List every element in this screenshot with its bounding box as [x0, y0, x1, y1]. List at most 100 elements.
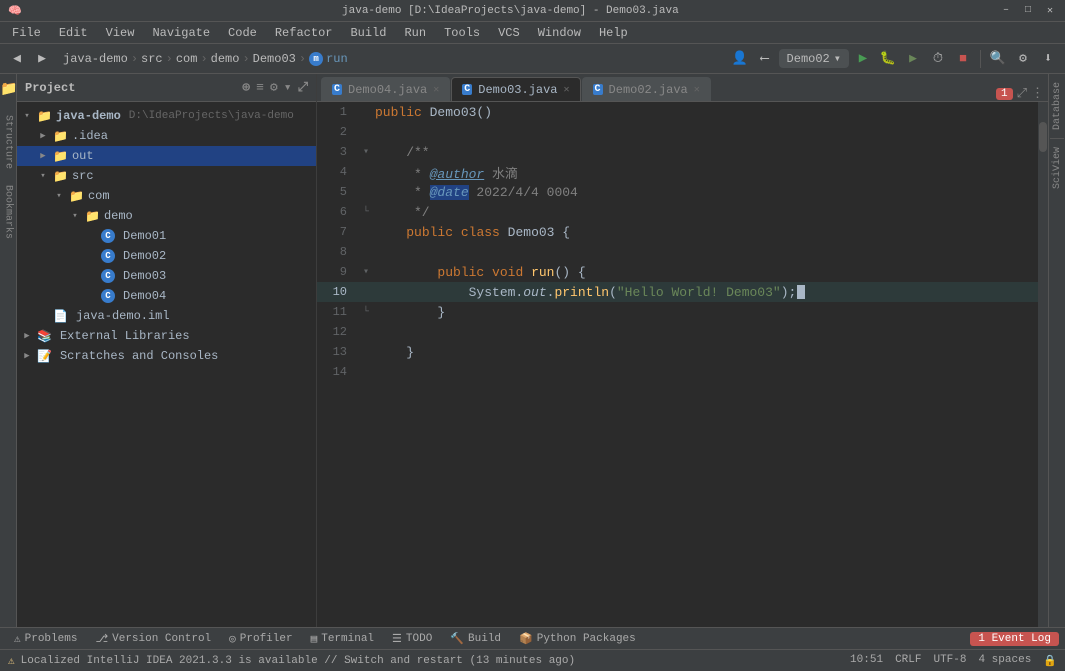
- bottom-tab-terminal[interactable]: ▤ Terminal: [303, 629, 382, 649]
- scrollbar-thumb[interactable]: [1039, 122, 1047, 152]
- menu-view[interactable]: View: [98, 24, 143, 42]
- breadcrumb-method[interactable]: run: [326, 52, 348, 66]
- vertical-scrollbar[interactable]: [1038, 102, 1048, 627]
- menu-help[interactable]: Help: [591, 24, 636, 42]
- code-line-10: 10 System.out.println("Hello World! Demo…: [317, 282, 1038, 302]
- breadcrumb-src[interactable]: src: [141, 52, 163, 66]
- line-num-8: 8: [317, 245, 357, 259]
- tree-item-demo03[interactable]: ▶ C Demo03: [17, 266, 316, 286]
- bottom-tab-todo[interactable]: ☰ TODO: [384, 629, 440, 649]
- right-label-database[interactable]: Database: [1050, 78, 1065, 134]
- editor-area: C Demo04.java ✕ C Demo03.java ✕ C Demo02…: [317, 74, 1048, 627]
- project-panel: Project ⊕ ≡ ⚙ ▾ ⤢ ▾ 📁 java-demo D:\IdeaP…: [17, 74, 317, 627]
- tree-item-com[interactable]: ▾ 📁 com: [17, 186, 316, 206]
- breadcrumb-project[interactable]: java-demo: [63, 52, 128, 66]
- tree-item-ext-libs[interactable]: ▶ 📚 External Libraries: [17, 326, 316, 346]
- tab-demo03[interactable]: C Demo03.java ✕: [451, 77, 580, 101]
- menu-code[interactable]: Code: [220, 24, 265, 42]
- tree-item-src[interactable]: ▾ 📁 src: [17, 166, 316, 186]
- tree-item-root[interactable]: ▾ 📁 java-demo D:\IdeaProjects\java-demo: [17, 106, 316, 126]
- line-num-14: 14: [317, 365, 357, 379]
- sidebar-project-icon[interactable]: 📁: [0, 78, 18, 103]
- menu-window[interactable]: Window: [530, 24, 589, 42]
- window-title: java-demo [D:\IdeaProjects\java-demo] - …: [22, 5, 999, 17]
- menu-edit[interactable]: Edit: [51, 24, 96, 42]
- code-text-7: public class Demo03 {: [375, 225, 1038, 240]
- close-button[interactable]: ✕: [1043, 4, 1057, 18]
- tree-item-demo04[interactable]: ▶ C Demo04: [17, 286, 316, 306]
- panel-add-icon[interactable]: ⊕: [242, 80, 250, 95]
- tree-item-demo02[interactable]: ▶ C Demo02: [17, 246, 316, 266]
- line-num-12: 12: [317, 325, 357, 339]
- panel-hide-icon[interactable]: ▾: [284, 80, 292, 95]
- menu-vcs[interactable]: VCS: [490, 24, 528, 42]
- panel-expand-icon[interactable]: ⤢: [298, 80, 308, 95]
- code-text-9: public void run() {: [375, 265, 1038, 280]
- settings-button[interactable]: ⚙: [1012, 48, 1034, 70]
- tabs-right: 1 ⤢ ⋮: [996, 86, 1048, 101]
- sidebar-structure-label[interactable]: Structure: [1, 111, 16, 173]
- menu-file[interactable]: File: [4, 24, 49, 42]
- menu-build[interactable]: Build: [342, 24, 394, 42]
- search-everywhere-button[interactable]: 🔍: [987, 48, 1009, 70]
- run-with-coverage[interactable]: ▶: [902, 48, 924, 70]
- line-num-10: 10: [317, 285, 357, 299]
- tab-demo04[interactable]: C Demo04.java ✕: [321, 77, 450, 101]
- run-button[interactable]: ▶: [852, 48, 874, 70]
- menu-run[interactable]: Run: [396, 24, 434, 42]
- code-view[interactable]: 1 public Demo03() 2 3 ▾ /**: [317, 102, 1048, 627]
- tab-close-demo02[interactable]: ✕: [694, 84, 700, 96]
- menu-navigate[interactable]: Navigate: [144, 24, 218, 42]
- editor-tabs: C Demo04.java ✕ C Demo03.java ✕ C Demo02…: [317, 74, 1048, 102]
- tree-label-src: src: [72, 169, 94, 183]
- tab-demo02[interactable]: C Demo02.java ✕: [582, 77, 711, 101]
- status-encoding[interactable]: UTF-8: [933, 654, 966, 668]
- tree-item-out[interactable]: ▶ 📁 out: [17, 146, 316, 166]
- update-button[interactable]: ⬇: [1037, 48, 1059, 70]
- bottom-tab-vcs[interactable]: ⎇ Version Control: [87, 629, 219, 649]
- breadcrumb-com[interactable]: com: [176, 52, 198, 66]
- status-message[interactable]: Localized IntelliJ IDEA 2021.3.3 is avai…: [21, 655, 844, 667]
- profile-button[interactable]: ⏱: [927, 48, 949, 70]
- minimize-button[interactable]: –: [999, 4, 1013, 18]
- editor-split-icon[interactable]: ⤢: [1017, 86, 1027, 101]
- maximize-button[interactable]: □: [1021, 4, 1035, 18]
- panel-scope-icon[interactable]: ≡: [256, 80, 264, 95]
- back-button[interactable]: ◀: [6, 48, 28, 70]
- folder-icon-src: 📁: [53, 169, 68, 184]
- sidebar-bookmarks-label[interactable]: Bookmarks: [1, 181, 16, 243]
- code-line-4: 4 * @author 水滴: [317, 162, 1038, 182]
- forward-button[interactable]: ▶: [31, 48, 53, 70]
- bottom-tab-problems[interactable]: ⚠ Problems: [6, 629, 85, 649]
- line-num-6: 6: [317, 205, 357, 219]
- tree-item-demo[interactable]: ▾ 📁 demo: [17, 206, 316, 226]
- status-time: 10:51: [850, 654, 883, 668]
- code-line-7: 7 public class Demo03 {: [317, 222, 1038, 242]
- tree-item-scratches[interactable]: ▶ 📝 Scratches and Consoles: [17, 346, 316, 366]
- bottom-tab-python[interactable]: 📦 Python Packages: [511, 629, 644, 649]
- menu-tools[interactable]: Tools: [436, 24, 488, 42]
- stop-button[interactable]: ■: [952, 48, 974, 70]
- code-editor[interactable]: 1 public Demo03() 2 3 ▾ /**: [317, 102, 1038, 627]
- status-line-ending[interactable]: CRLF: [895, 654, 921, 668]
- menu-refactor[interactable]: Refactor: [267, 24, 341, 42]
- account-button[interactable]: 👤: [729, 48, 751, 70]
- bottom-tab-build[interactable]: 🔨 Build: [442, 629, 509, 649]
- tree-item-iml[interactable]: ▶ 📄 java-demo.iml: [17, 306, 316, 326]
- breadcrumb-demo[interactable]: demo: [211, 52, 240, 66]
- status-indent[interactable]: 4 spaces: [978, 654, 1031, 668]
- tab-close-demo03[interactable]: ✕: [564, 84, 570, 96]
- right-label-sciview[interactable]: SciView: [1050, 143, 1065, 193]
- bottom-tab-profiler[interactable]: ◎ Profiler: [221, 629, 300, 649]
- scratches-icon: 📝: [37, 349, 52, 364]
- event-log-badge[interactable]: 1 Event Log: [970, 632, 1059, 646]
- tree-item-demo01[interactable]: ▶ C Demo01: [17, 226, 316, 246]
- run-config-selector[interactable]: Demo02 ▾: [779, 49, 849, 68]
- editor-menu-icon[interactable]: ⋮: [1031, 86, 1044, 101]
- tree-item-idea[interactable]: ▶ 📁 .idea: [17, 126, 316, 146]
- breadcrumb-class[interactable]: Demo03: [253, 52, 296, 66]
- tab-close-demo04[interactable]: ✕: [433, 84, 439, 96]
- vcs-update-button[interactable]: ⟵: [754, 48, 776, 70]
- debug-button[interactable]: 🐛: [877, 48, 899, 70]
- panel-gear-icon[interactable]: ⚙: [270, 80, 278, 95]
